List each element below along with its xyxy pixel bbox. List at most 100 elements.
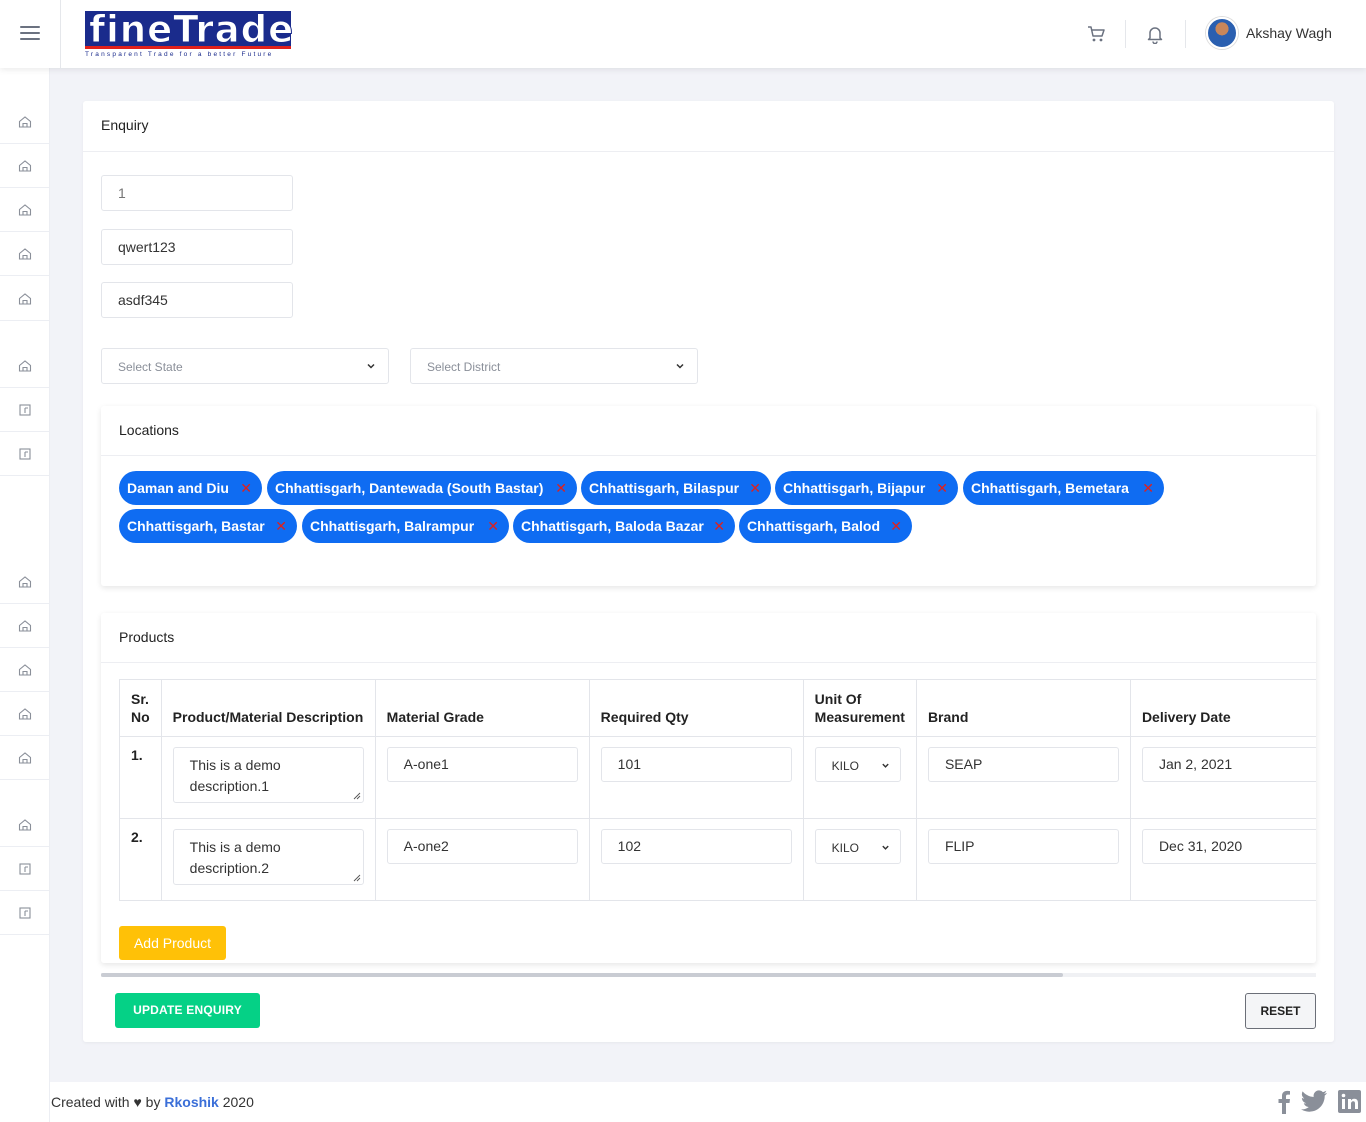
menu-icon[interactable] (20, 26, 40, 40)
location-tag: Chhattisgarh, Bilaspur ✕ (581, 471, 771, 505)
avatar[interactable] (1206, 17, 1238, 49)
enquiry-id-field[interactable] (101, 175, 293, 211)
enquiry-field-2[interactable] (101, 229, 293, 265)
remove-icon[interactable]: ✕ (240, 471, 252, 505)
footer-credit: Created with ♥ by Rkoshik 2020 (51, 1094, 254, 1110)
divider (1125, 20, 1126, 48)
column-header-uom: Unit Of Measurement (802, 679, 917, 737)
sidebar-home-icon[interactable] (0, 692, 50, 736)
sidebar-home-icon[interactable] (0, 232, 50, 276)
resize-grip-icon[interactable] (353, 792, 361, 800)
remove-icon[interactable]: ✕ (555, 471, 567, 505)
divider (101, 662, 1316, 663)
sidebar-box-icon[interactable] (0, 847, 50, 891)
remove-icon[interactable]: ✕ (749, 471, 761, 505)
uom-value: KILO (831, 759, 860, 773)
table-row: 2. This is a demo description.2 A-one2 1… (119, 818, 1316, 901)
column-header-description: Product/Material Description (160, 679, 376, 737)
location-tag: Chhattisgarh, Dantewada (South Bastar) ✕ (267, 471, 577, 505)
location-tag-label: Chhattisgarh, Bemetara (971, 480, 1129, 496)
location-tag: Chhattisgarh, Baloda Bazar ✕ (513, 509, 735, 543)
divider (101, 455, 1316, 456)
enquiry-card: Enquiry Select State Select District Loc… (83, 101, 1334, 1042)
sidebar-home-icon[interactable] (0, 803, 50, 847)
locations-card: Locations Daman and Diu ✕ Chhattisgarh, D… (101, 406, 1316, 586)
linkedin-icon[interactable] (1338, 1090, 1361, 1113)
cart-icon[interactable] (1086, 24, 1106, 44)
add-product-button[interactable]: Add Product (119, 926, 226, 960)
remove-icon[interactable]: ✕ (275, 509, 287, 543)
products-table-wrapper[interactable]: Sr. No Product/Material Description Mate… (119, 679, 1316, 901)
update-enquiry-button[interactable]: UPDATE ENQUIRY (115, 993, 260, 1028)
reset-button[interactable]: RESET (1245, 993, 1316, 1029)
delivery-date-input[interactable]: Jan 2, 2021 (1141, 747, 1316, 782)
divider (83, 151, 1334, 152)
sidebar-home-icon[interactable] (0, 144, 50, 188)
location-tag-label: Chhattisgarh, Bilaspur (589, 480, 740, 496)
column-header-delivery: Delivery Date (1129, 679, 1316, 737)
sidebar-home-icon[interactable] (0, 648, 50, 692)
uom-select[interactable]: KILO (814, 747, 901, 782)
bell-icon[interactable] (1145, 24, 1165, 45)
card-title: Enquiry (101, 117, 149, 133)
location-tag-label: Chhattisgarh, Balrampur (310, 518, 475, 534)
chevron-down-icon (367, 363, 375, 369)
remove-icon[interactable]: ✕ (890, 509, 902, 543)
location-tag-label: Daman and Diu (127, 480, 229, 496)
column-header-brand: Brand (915, 679, 1131, 737)
description-textarea[interactable]: This is a demo description.2 (172, 829, 364, 885)
sidebar (0, 68, 50, 1122)
products-title: Products (119, 629, 175, 645)
description-textarea[interactable]: This is a demo description.1 (172, 747, 364, 803)
sidebar-box-icon[interactable] (0, 432, 50, 476)
uom-value: KILO (831, 841, 860, 855)
author-link[interactable]: Rkoshik (164, 1094, 218, 1110)
sidebar-box-icon[interactable] (0, 388, 50, 432)
remove-icon[interactable]: ✕ (487, 509, 499, 543)
divider (1185, 20, 1186, 48)
location-tag: Chhattisgarh, Bastar ✕ (119, 509, 297, 543)
sidebar-home-icon[interactable] (0, 604, 50, 648)
qty-input[interactable]: 102 (600, 829, 792, 864)
description-text: This is a demo description.1 (189, 757, 281, 794)
sidebar-home-icon[interactable] (0, 736, 50, 780)
grade-input[interactable]: A-one1 (386, 747, 578, 782)
twitter-icon[interactable] (1300, 1090, 1328, 1114)
logo-tagline: Transparent Trade for a better Future (85, 51, 274, 58)
location-tag: Chhattisgarh, Bijapur ✕ (775, 471, 958, 505)
sidebar-home-icon[interactable] (0, 560, 50, 604)
row-sr-no: 2. (119, 818, 162, 901)
enquiry-field-3[interactable] (101, 282, 293, 318)
sidebar-home-icon[interactable] (0, 277, 50, 321)
qty-input[interactable]: 101 (600, 747, 792, 782)
brand-input[interactable]: SEAP (927, 747, 1119, 782)
footer-year: 2020 (222, 1094, 254, 1110)
state-select-placeholder: Select State (118, 360, 183, 374)
uom-select[interactable]: KILO (814, 829, 901, 864)
logo[interactable]: fineTrade Transparent Trade for a better… (85, 8, 295, 59)
sidebar-home-icon[interactable] (0, 188, 50, 232)
location-tag-label: Chhattisgarh, Bijapur (783, 480, 926, 496)
remove-icon[interactable]: ✕ (936, 471, 948, 505)
location-tag-label: Chhattisgarh, Dantewada (South Bastar) (275, 480, 544, 496)
divider (60, 0, 61, 68)
delivery-date-input[interactable]: Dec 31, 2020 (1141, 829, 1316, 864)
state-select[interactable]: Select State (101, 348, 389, 384)
location-tag: Chhattisgarh, Bemetara ✕ (963, 471, 1164, 505)
facebook-icon[interactable] (1277, 1090, 1291, 1114)
scrollbar-thumb[interactable] (101, 973, 1063, 977)
sidebar-home-icon[interactable] (0, 344, 50, 388)
district-select[interactable]: Select District (410, 348, 698, 384)
sidebar-box-icon[interactable] (0, 891, 50, 935)
locations-title: Locations (119, 422, 179, 438)
resize-grip-icon[interactable] (353, 874, 361, 882)
user-name[interactable]: Akshay Wagh (1246, 25, 1332, 41)
sidebar-home-icon[interactable] (0, 100, 50, 144)
remove-icon[interactable]: ✕ (713, 509, 725, 543)
products-table: Sr. No Product/Material Description Mate… (119, 679, 1316, 901)
grade-input[interactable]: A-one2 (386, 829, 578, 864)
brand-input[interactable]: FLIP (927, 829, 1119, 864)
chevron-down-icon (676, 363, 684, 369)
logo-text: fineTrade (88, 8, 295, 51)
remove-icon[interactable]: ✕ (1142, 471, 1154, 505)
